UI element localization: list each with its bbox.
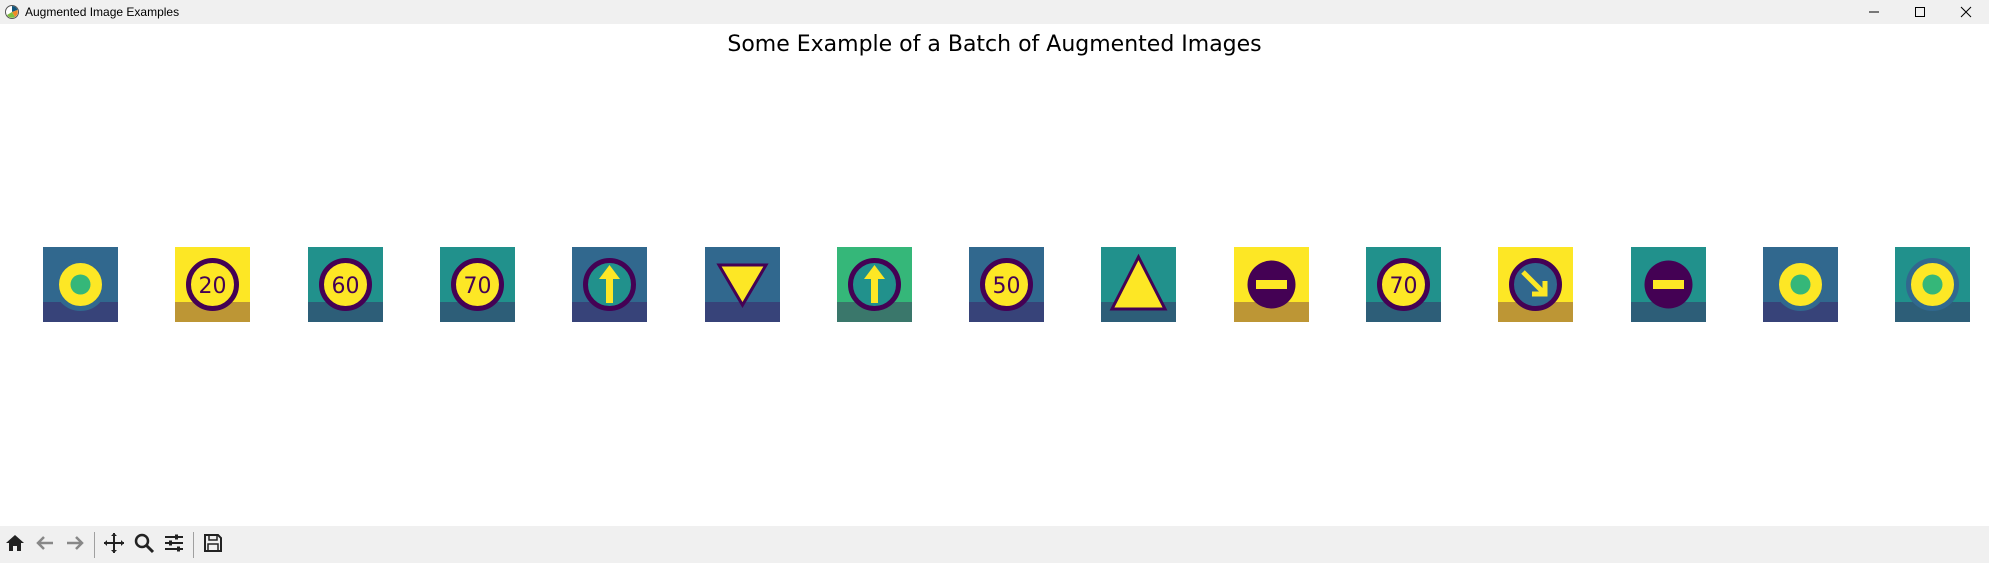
maximize-button[interactable] [1897, 0, 1943, 24]
close-icon [1960, 3, 1972, 22]
augmented-image-9 [1101, 247, 1176, 322]
svg-text:60: 60 [332, 274, 360, 299]
forward-icon [64, 532, 86, 558]
configure-subplots-button[interactable] [159, 530, 189, 560]
matplotlib-icon [4, 4, 20, 20]
augmented-image-7 [837, 247, 912, 322]
window-controls [1851, 0, 1989, 24]
minimize-icon [1868, 3, 1880, 22]
toolbar-separator [94, 531, 95, 558]
save-button[interactable] [198, 530, 228, 560]
zoom-icon [133, 532, 155, 558]
window-title: Augmented Image Examples [25, 5, 180, 19]
augmented-image-2: 20 [175, 247, 250, 322]
minimize-button[interactable] [1851, 0, 1897, 24]
home-button[interactable] [0, 530, 30, 560]
svg-text:50: 50 [993, 274, 1021, 299]
augmented-image-10 [1234, 247, 1309, 322]
back-button[interactable] [30, 530, 60, 560]
figure-canvas[interactable]: Some Example of a Batch of Augmented Ima… [0, 24, 1989, 526]
augmented-image-13 [1631, 247, 1706, 322]
svg-text:70: 70 [1390, 274, 1418, 299]
augmented-image-4: 70 [440, 247, 515, 322]
augmented-image-1 [43, 247, 118, 322]
back-icon [34, 532, 56, 558]
window-titlebar: Augmented Image Examples [0, 0, 1989, 24]
augmented-image-12 [1498, 247, 1573, 322]
pan-icon [103, 532, 125, 558]
svg-text:20: 20 [199, 274, 227, 299]
toolbar-separator [193, 531, 194, 558]
augmented-image-5 [572, 247, 647, 322]
navigation-toolbar [0, 526, 1989, 563]
augmented-image-3: 60 [308, 247, 383, 322]
svg-text:70: 70 [464, 274, 492, 299]
augmented-image-6 [705, 247, 780, 322]
augmented-image-11: 70 [1366, 247, 1441, 322]
configure-subplots-icon [163, 532, 185, 558]
pan-button[interactable] [99, 530, 129, 560]
maximize-icon [1914, 3, 1926, 22]
zoom-button[interactable] [129, 530, 159, 560]
augmented-image-15 [1895, 247, 1970, 322]
figure-title: Some Example of a Batch of Augmented Ima… [727, 32, 1262, 57]
home-icon [4, 532, 26, 558]
close-button[interactable] [1943, 0, 1989, 24]
augmented-image-8: 50 [969, 247, 1044, 322]
save-icon [202, 532, 224, 558]
augmented-image-14 [1763, 247, 1838, 322]
forward-button[interactable] [60, 530, 90, 560]
